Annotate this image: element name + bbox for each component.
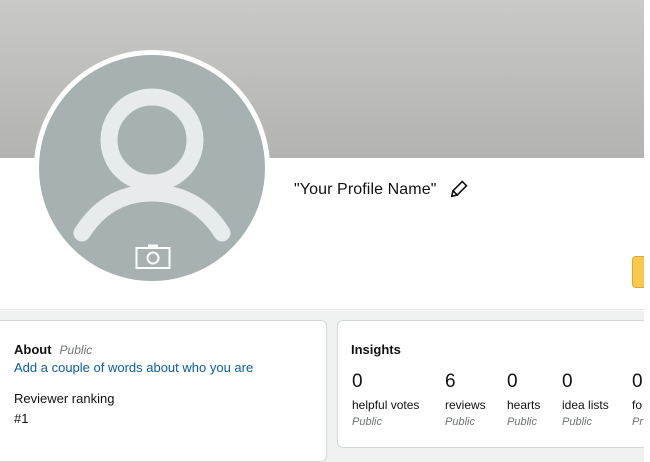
stat-visibility: Public — [507, 416, 537, 428]
insights-card: Insights 0 helpful votes Public 6 review… — [337, 320, 650, 448]
change-photo-button[interactable] — [135, 243, 171, 270]
reviewer-ranking-value: #1 — [14, 411, 29, 426]
stat-label: helpful votes — [352, 398, 420, 412]
stat-helpful-votes: 0 helpful votes Public — [352, 371, 419, 428]
stat-idea-lists: 0 idea lists Public — [562, 371, 609, 428]
stat-label: idea lists — [562, 398, 609, 412]
stat-value: 0 — [562, 371, 573, 392]
reviewer-ranking-label: Reviewer ranking — [14, 391, 115, 406]
profile-name: "Your Profile Name" — [294, 181, 437, 198]
about-card: About Public Add a couple of words about… — [0, 320, 327, 462]
stat-value: 0 — [632, 371, 643, 392]
stat-visibility: Public — [352, 416, 382, 428]
stat-visibility: Public — [562, 416, 592, 428]
about-visibility: Public — [59, 343, 93, 357]
stat-followers: 0 fo Pr — [632, 371, 643, 428]
add-about-link[interactable]: Add a couple of words about who you are — [14, 360, 253, 375]
camera-icon — [135, 244, 171, 269]
insights-title: Insights — [351, 342, 401, 357]
stat-visibility: Pr — [632, 416, 643, 428]
stat-hearts: 0 hearts Public — [507, 371, 540, 428]
edit-name-button[interactable] — [448, 180, 468, 200]
stat-label: fo — [632, 398, 643, 412]
stat-reviews: 6 reviews Public — [445, 371, 486, 428]
stat-label: reviews — [445, 398, 486, 412]
stat-value: 6 — [445, 371, 456, 392]
about-header: About Public — [14, 342, 92, 357]
stat-value: 0 — [352, 371, 363, 392]
profile-name-row: "Your Profile Name" — [294, 178, 468, 202]
about-title: About — [14, 342, 52, 357]
pencil-icon — [450, 180, 468, 198]
stat-visibility: Public — [445, 416, 475, 428]
stat-value: 0 — [507, 371, 518, 392]
stat-label: hearts — [507, 398, 541, 412]
page-edge — [644, 0, 650, 462]
